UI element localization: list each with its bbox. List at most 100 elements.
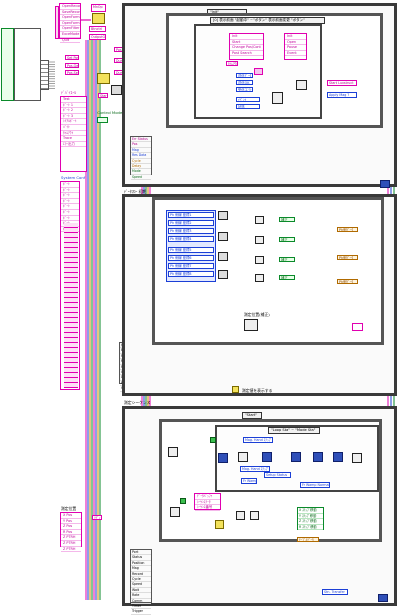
subvi-icon [291, 452, 301, 462]
subvi-icon [218, 270, 228, 279]
state-item: Quit [60, 38, 80, 44]
seq-mid-cluster: ﾃﾞｰﾀﾊﾞｯﾌｧ ｼｰｹﾝｽﾃｰﾀ ｼｰｹﾝｽ番号 [194, 493, 221, 511]
subvi-icon [111, 85, 122, 95]
blue-block: Ph 側線 座標7 [168, 263, 214, 269]
blue-block: Ph 側線 座標5 [168, 247, 214, 253]
subvi-icon [218, 252, 228, 261]
green-label: 補正 [279, 217, 295, 222]
step-move-stack: X ｽﾃｯﾌﾟ移動 Y ｽﾃｯﾌﾟ移動 Z ｽﾃｯﾌﾟ移動 R ｽﾃｯﾌﾟ移動 [297, 507, 324, 531]
control-mode-terminal[interactable] [97, 117, 108, 123]
subvi-icon [254, 68, 263, 75]
status-box: Pos.Get [65, 63, 79, 68]
state-enum-cluster[interactable]: OpenRecord SaveRecord OpenFormData OpenF… [59, 3, 81, 44]
subvi-icon [262, 452, 272, 462]
bundle-field: Speed [131, 175, 151, 181]
blue-block: Ph 側線 座標2 [168, 220, 214, 226]
inner-loop-selector[interactable]: "Loop Sta" ~ "Mode Sta" [268, 427, 320, 434]
pos-item: Z PTRH [61, 547, 81, 553]
event-item: Event [285, 51, 306, 57]
subvi-icon [215, 520, 224, 529]
subvi-icon [218, 232, 228, 241]
stop-terminal[interactable] [380, 180, 390, 188]
green-label: 補正 [279, 237, 295, 242]
subvi-icon [313, 452, 323, 462]
seq-mid-item: ｼｰｹﾝｽ番号 [195, 505, 220, 511]
status-box: Start [98, 93, 108, 98]
device-group-title: ﾃﾞﾊﾞｲｽｰﾙ [61, 90, 77, 95]
stn-transfer-label: Stn. Transfer [322, 589, 348, 595]
subvi-icon [352, 453, 362, 463]
subvi-icon [97, 73, 110, 84]
green-label: 補正 [279, 275, 295, 280]
table-data-label: ﾃｰﾌﾞﾙﾃﾞｰﾀ [297, 537, 319, 542]
right-data-label: Ph側ﾃﾞｰﾀ [337, 279, 358, 284]
subvi-icon [255, 236, 264, 244]
subvi-icon [168, 447, 178, 457]
bundle-node [55, 6, 59, 39]
status-bundle: Err Status Pos Mag Res Data Cycle Delay … [130, 136, 152, 181]
subvi-icon [244, 319, 258, 331]
blue-block: Ph 側線 座標8 [168, 271, 214, 277]
frame3-title: 測定シーケンス [124, 400, 151, 405]
system-config-title: System Conf [61, 175, 86, 180]
event-item-list: Init Start Change Pos/Cont Post Search [229, 33, 264, 60]
position-cluster[interactable]: X Pos Y Pos Z Pos R Pos Z PTRH Z PTRH Z … [60, 512, 82, 553]
icon-btnctrl[interactable]: Btnctrl [89, 26, 106, 32]
ctrl-label: 送信ﾃﾞｰﾀ [236, 73, 253, 78]
device-item: ｴﾗｰ出力 [61, 142, 86, 148]
subvi-icon [232, 386, 239, 393]
ctrl-label: ｲﾍﾞﾝﾄ [236, 97, 260, 102]
boolean-constant[interactable] [180, 498, 186, 504]
event-item: Post Search [230, 51, 263, 57]
icon-mnop[interactable]: MnOp [91, 4, 106, 12]
bottom-label: 測定値を表示する [242, 388, 273, 393]
position-title: 測定位置 [61, 506, 77, 511]
subvi-icon [92, 13, 105, 24]
ctrl-label: 状態 [236, 104, 260, 109]
status-box: ﾘﾃﾞｨ [92, 515, 102, 520]
seq-label: Fr Wamp Normal [300, 482, 330, 488]
status-box: Set Posi [65, 55, 79, 60]
subvi-icon [255, 216, 264, 224]
boolean-constant[interactable] [210, 437, 216, 443]
device-cluster[interactable]: Test ﾎﾟｰﾄ 1 ﾎﾟｰﾄ 2 ﾎﾟｰﾄ 3 ｼﾘｱﾙﾎﾟｰﾄ ﾊﾞｲﾄ … [60, 96, 87, 172]
icon-outputget[interactable]: OutputGet [89, 34, 106, 40]
subvi-icon [255, 256, 264, 264]
subvi-icon [236, 511, 245, 520]
subvi-icon [170, 507, 180, 517]
event-case-selector[interactable]: [0] 表示前面 "起動中" ~"ボタン" 表示前面変更 "ボタン" [210, 17, 325, 24]
step-move-item: R ｽﾃｯﾌﾟ移動 [298, 525, 323, 531]
subvi-icon [333, 452, 343, 462]
mid-terminal [352, 323, 363, 331]
bundle-field: Trigger [131, 609, 151, 615]
right-label: Apply Mag ? [327, 92, 357, 98]
ctrl-label: 受信エラー [236, 87, 253, 92]
right-label: Start Luxstruct [327, 80, 357, 86]
seq-label: Mag. Hand ｽﾃｯﾌﾟ [243, 437, 273, 443]
subvi-icon [250, 511, 259, 520]
enum-array-values [14, 28, 41, 101]
seq-label: Setup Status [264, 472, 291, 478]
blue-block: Ph 側線 座標6 [168, 255, 214, 261]
blue-block: Ph 側線 座標3 [168, 228, 214, 234]
right-data-label: Ph側ﾃﾞｰﾀ [337, 227, 358, 232]
subvi-icon [218, 453, 228, 463]
seq-label: Fr Wamp [241, 478, 257, 484]
stop-terminal[interactable] [378, 594, 388, 602]
ctrl-label: 送信OK [236, 80, 253, 85]
blue-block: Ph 側線 座標4 [168, 236, 214, 242]
unbundle-bottom: Port Status Position Mag Record Cycle Sp… [130, 549, 152, 615]
array-index-column [40, 60, 49, 90]
subvi-icon [255, 274, 264, 282]
subvi-icon [218, 211, 228, 220]
subvi-icon [296, 80, 307, 90]
timeout-terminal[interactable]: ﾀｲﾑｱｳﾄ [226, 61, 238, 66]
subvi-icon [238, 452, 248, 462]
enum-array-left [1, 28, 14, 101]
sequence-case-selector[interactable]: "Start" [242, 412, 262, 419]
blue-block: Ph 側線 座標1 [168, 212, 214, 218]
control-mode-label: Control Mode [97, 110, 123, 115]
mid-label: 測定位置(補正) [244, 312, 270, 317]
right-data-label: Ph側ﾃﾞｰﾀ [337, 255, 358, 260]
sys-config-array-body [64, 223, 78, 388]
